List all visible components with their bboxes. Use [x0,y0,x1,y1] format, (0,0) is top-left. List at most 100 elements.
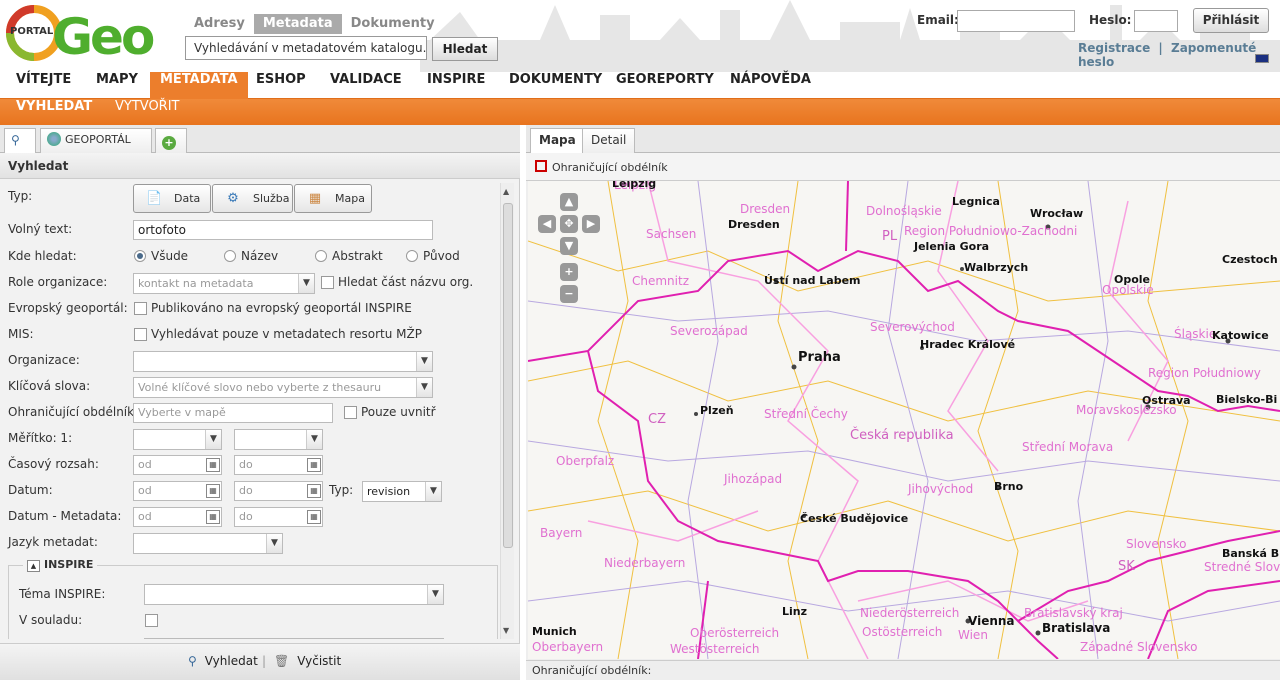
nav-validace[interactable]: VALIDACE [320,72,412,99]
inspire-extra-select[interactable]: ▼ [144,638,444,639]
time-from-input[interactable]: od ▦ [133,455,222,475]
nav-metadata[interactable]: METADATA [150,72,248,99]
global-search-button[interactable]: Hledat [432,37,498,61]
register-link[interactable]: Registrace [1078,41,1150,55]
tab-add[interactable]: + [155,128,187,153]
bbox-inside-checkbox[interactable] [344,406,357,419]
region-label-niederosterreich: Niederösterreich [860,606,959,620]
pan-up-icon[interactable]: ▲ [560,193,578,211]
calendar-icon[interactable]: ▦ [307,510,321,524]
calendar-icon[interactable]: ▦ [206,484,220,498]
region-label-stredne-slovensko: Stredné Slovensko [1204,560,1280,574]
scroll-down-icon[interactable]: ▼ [503,626,509,635]
date-type-select[interactable]: revision ▼ [362,481,442,502]
where-name-radio[interactable] [224,250,236,262]
pan-down-icon[interactable]: ▼ [560,237,578,255]
language-select[interactable]: ▼ [133,533,283,554]
geoportal-logo[interactable]: PORTAL Geo [4,2,155,66]
account-links: Registrace | Zapomenuté heslo [1078,41,1280,69]
bbox-input[interactable]: Vyberte v mapě [133,403,333,423]
inspire-theme-select[interactable]: ▼ [144,584,444,605]
search-button[interactable]: ⚲ Vyhledat [188,654,258,668]
city-label-dresden: Dresden [728,218,780,231]
eu-geoportal-check-label: Publikováno na evropský geoportál INSPIR… [151,301,412,315]
free-text-input[interactable]: ortofoto [133,220,433,240]
time-from-placeholder: od [138,458,152,471]
city-label-legnica: Legnica [952,195,1000,208]
right-tabs: Mapa Detail [526,125,1280,154]
type-service-button[interactable]: ⚙ Služba [212,184,293,213]
nav-georeporty[interactable]: GEOREPORTY [606,72,724,99]
nav-inspire[interactable]: INSPIRE [417,72,495,99]
tab-map[interactable]: Mapa [530,128,585,154]
login-button[interactable]: Přihlásit [1193,8,1269,33]
date-to-input[interactable]: do ▦ [234,481,323,501]
scale-from-select[interactable]: ▼ [133,429,222,450]
meta-date-from-placeholder: od [138,510,152,523]
scale-to-select[interactable]: ▼ [234,429,323,450]
nav-dokumenty[interactable]: DOKUMENTY [499,72,612,99]
role-select[interactable]: kontakt na metadata ▼ [133,273,315,294]
scroll-up-icon[interactable]: ▲ [503,187,509,196]
zoom-in-icon[interactable]: + [560,263,578,281]
link-separator: | [1158,41,1163,55]
tab-detail[interactable]: Detail [582,128,636,153]
eu-geoportal-label: Evropský geoportál: [8,301,128,315]
mis-checkbox[interactable] [134,328,147,341]
collapse-icon[interactable]: ▲ [27,560,40,572]
map-canvas[interactable]: Leipzig Leipzig Dresden Dresden Dolnoślą… [528,181,1280,659]
subnav-vytvorit[interactable]: VYTVOŘIT [115,99,179,114]
calendar-icon[interactable]: ▦ [206,510,220,524]
bounding-box-tool-icon[interactable] [535,160,547,172]
meta-date-from-input[interactable]: od ▦ [133,507,222,527]
search-tabs: Adresy Metadata Dokumenty [185,14,444,34]
date-from-input[interactable]: od ▦ [133,481,222,501]
bounding-box-tool-label[interactable]: Ohraničující obdélník [552,161,668,174]
eu-geoportal-checkbox[interactable] [134,302,147,315]
pan-right-icon[interactable]: ▶ [582,215,600,233]
tab-geoportal-cr[interactable]: GEOPORTÁL ČR [40,128,152,168]
where-abstract-radio[interactable] [315,250,327,262]
clear-button[interactable]: 🗑 Vyčistit [274,654,341,668]
type-map-button[interactable]: ▦ Mapa [294,184,372,213]
role-partial-checkbox[interactable] [321,276,334,289]
region-label-westosterreich: Westösterreich [670,642,760,656]
calendar-icon[interactable]: ▦ [307,458,321,472]
inspire-legend[interactable]: ▲ INSPIRE [23,558,98,572]
nav-vitejte[interactable]: VÍTEJTE [6,72,81,99]
form-scrollbar[interactable]: ▲ ▼ [500,183,514,639]
calendar-icon[interactable]: ▦ [307,484,321,498]
nav-mapy[interactable]: MAPY [86,72,148,99]
meta-date-to-input[interactable]: do ▦ [234,507,323,527]
global-search-input[interactable]: Vyhledávání v metadatovém katalogu... [185,36,427,60]
tab-search[interactable]: ⚲ [4,128,36,153]
search-tab-dokumenty[interactable]: Dokumenty [342,14,444,34]
search-tab-adresy[interactable]: Adresy [185,14,254,34]
map-toolbar: Ohraničující obdélník [526,153,1280,181]
conform-checkbox[interactable] [145,614,158,627]
map-svg[interactable]: Leipzig Leipzig Dresden Dresden Dolnoślą… [528,181,1280,659]
subnav-vyhledat[interactable]: VYHLEDAT [16,99,92,114]
region-label-stredni-cechy: Střední Čechy [764,406,848,421]
inspire-theme-label: Téma INSPIRE: [19,587,106,601]
where-all-radio[interactable] [134,250,146,262]
pan-left-icon[interactable]: ◀ [538,215,556,233]
pan-center-icon[interactable]: ✥ [560,215,578,233]
calendar-icon[interactable]: ▦ [206,458,220,472]
email-field[interactable] [957,10,1075,32]
time-to-input[interactable]: do ▦ [234,455,323,475]
country-label-sk: SK [1118,559,1135,574]
nav-napoveda[interactable]: NÁPOVĚDA [720,72,821,99]
nav-eshop[interactable]: ESHOP [246,72,316,99]
zoom-out-icon[interactable]: − [560,285,578,303]
where-origin-radio[interactable] [406,250,418,262]
search-tab-metadata[interactable]: Metadata [253,14,342,34]
keywords-select[interactable]: Volné klíčové slovo nebo vyberte z thesa… [133,377,433,398]
type-data-button[interactable]: 📄 Data [133,184,211,213]
password-field[interactable] [1134,10,1178,32]
chevron-down-icon: ▼ [416,378,432,397]
organization-select[interactable]: ▼ [133,351,433,372]
role-value: kontakt na metadata [138,277,254,290]
english-flag-icon[interactable] [1255,54,1269,63]
scroll-thumb[interactable] [503,203,513,548]
